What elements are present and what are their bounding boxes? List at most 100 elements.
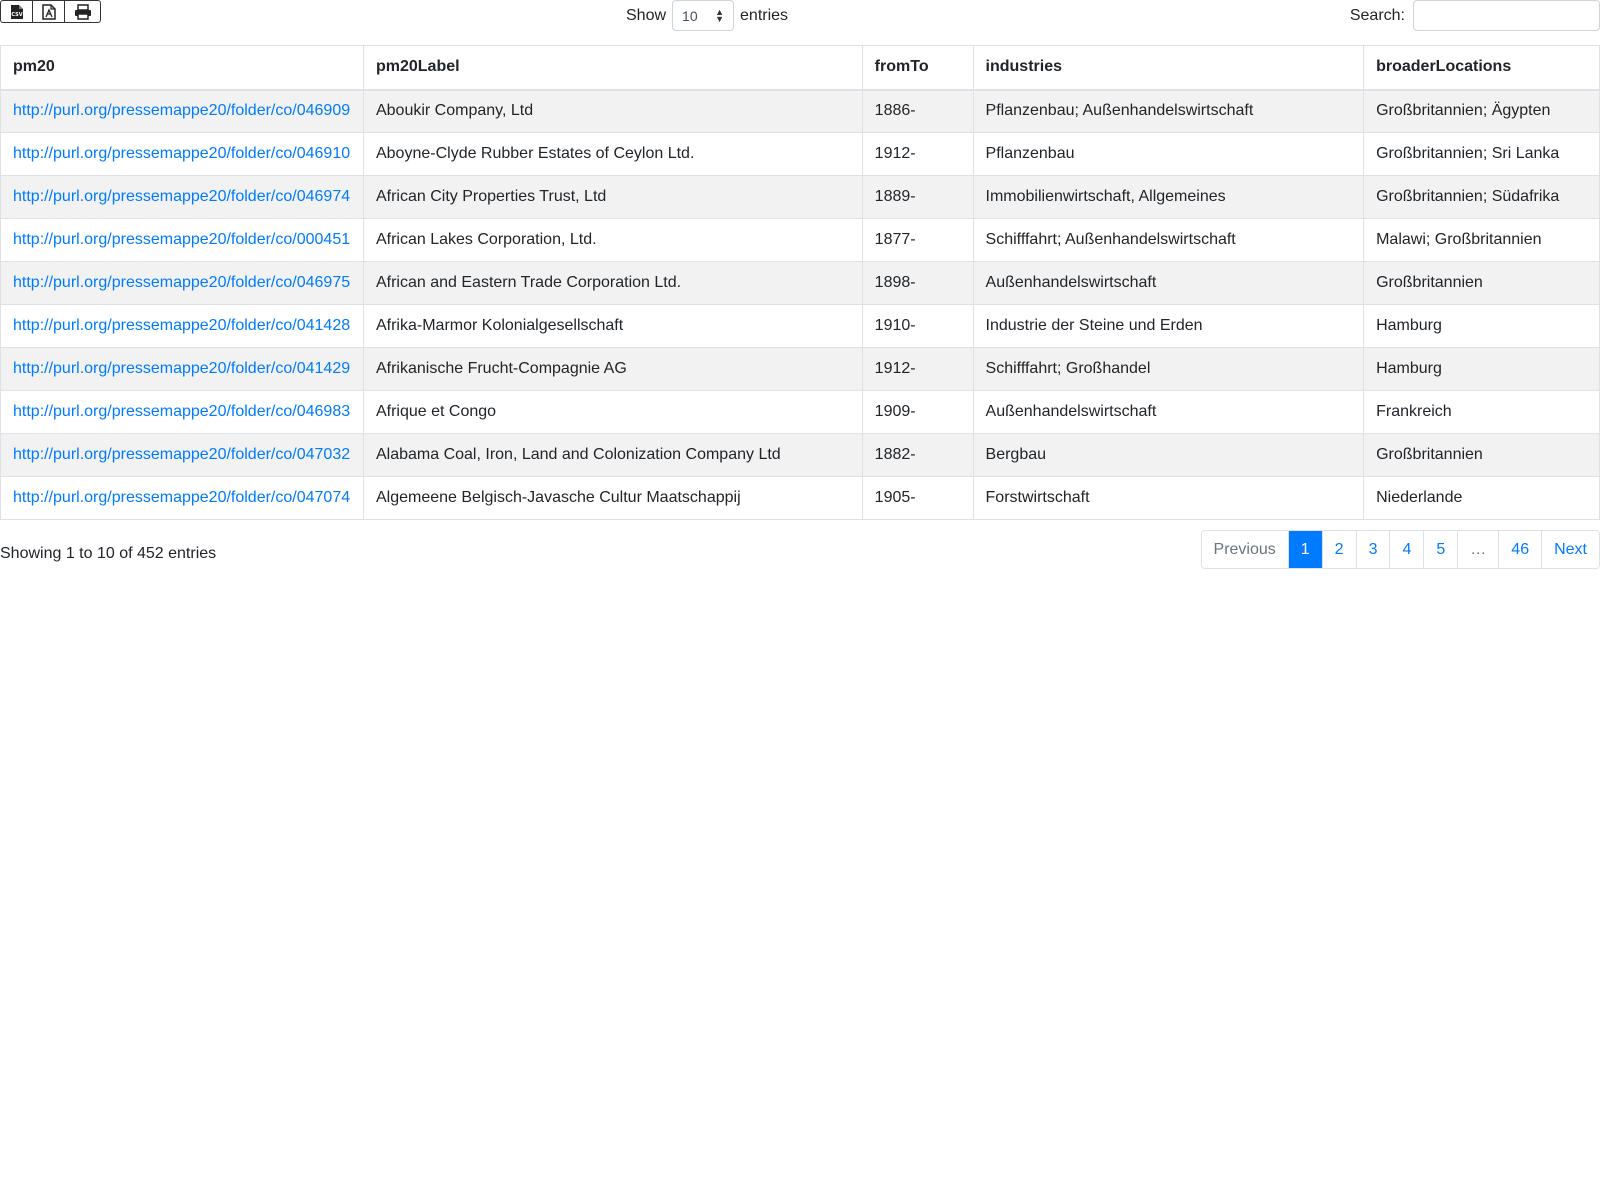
column-header-fromto[interactable]: fromTo [861, 45, 974, 91]
csv-export-button[interactable]: CSV [1, 1, 33, 22]
pagination-next-button[interactable]: Next [1542, 531, 1599, 568]
locations-cell: Großbritannien; Südafrika [1363, 175, 1600, 219]
pagination-ellipsis: … [1458, 531, 1500, 568]
table-row: http://purl.org/pressemappe20/folder/co/… [0, 476, 1600, 520]
fromto-cell: 1912- [861, 347, 974, 391]
table-row: http://purl.org/pressemappe20/folder/co/… [0, 347, 1600, 391]
label-cell: African and Eastern Trade Corporation Lt… [362, 261, 863, 305]
column-header-pm20[interactable]: pm20 [0, 45, 364, 91]
label-cell: Aboyne-Clyde Rubber Estates of Ceylon Lt… [362, 132, 863, 176]
locations-cell: Großbritannien; Sri Lanka [1363, 132, 1600, 176]
pm20-cell: http://purl.org/pressemappe20/folder/co/… [0, 433, 364, 477]
locations-cell: Niederlande [1363, 476, 1600, 520]
table-row: http://purl.org/pressemappe20/folder/co/… [0, 218, 1600, 262]
locations-cell: Großbritannien; Ägypten [1363, 89, 1600, 133]
svg-text:CSV: CSV [11, 12, 22, 18]
table-row: http://purl.org/pressemappe20/folder/co/… [0, 132, 1600, 176]
print-icon [74, 3, 91, 20]
pm20-cell: http://purl.org/pressemappe20/folder/co/… [0, 390, 364, 434]
select-arrows-icon: ▲ ▼ [715, 6, 725, 24]
fromto-cell: 1912- [861, 132, 974, 176]
label-cell: Algemeene Belgisch-Javasche Cultur Maats… [362, 476, 863, 520]
table-row: http://purl.org/pressemappe20/folder/co/… [0, 261, 1600, 305]
search-label: Search: [1349, 6, 1405, 24]
table-info: Showing 1 to 10 of 452 entries [0, 545, 217, 562]
pm20-link[interactable]: http://purl.org/pressemappe20/folder/co/… [13, 102, 350, 119]
pm20-link[interactable]: http://purl.org/pressemappe20/folder/co/… [13, 231, 350, 248]
table-row: http://purl.org/pressemappe20/folder/co/… [0, 433, 1600, 477]
label-cell: Afrique et Congo [362, 390, 863, 434]
fromto-cell: 1886- [861, 89, 974, 133]
fromto-cell: 1882- [861, 433, 974, 477]
industries-cell: Pflanzenbau; Außenhandelswirtschaft [972, 89, 1365, 133]
fromto-cell: 1898- [861, 261, 974, 305]
pagination-page-1[interactable]: 1 [1288, 531, 1323, 568]
table-row: http://purl.org/pressemappe20/folder/co/… [0, 89, 1600, 133]
pagination-page-5[interactable]: 5 [1424, 531, 1459, 568]
industries-cell: Schifffahrt; Großhandel [972, 347, 1365, 391]
page-length-value: 10 [682, 7, 698, 24]
label-cell: African City Properties Trust, Ltd [362, 175, 863, 219]
pm20-link[interactable]: http://purl.org/pressemappe20/folder/co/… [13, 274, 350, 291]
pm20-cell: http://purl.org/pressemappe20/folder/co/… [0, 175, 364, 219]
search-input[interactable] [1413, 0, 1600, 31]
pagination: Previous 1 2 3 4 5 … 46 Next [1200, 530, 1600, 569]
industries-cell: Pflanzenbau [972, 132, 1365, 176]
page-length-select[interactable]: 10 ▲ ▼ [672, 0, 735, 31]
fromto-cell: 1909- [861, 390, 974, 434]
table-row: http://purl.org/pressemappe20/folder/co/… [0, 175, 1600, 219]
pagination-page-46[interactable]: 46 [1499, 531, 1543, 568]
print-button[interactable] [65, 1, 100, 22]
pagination-page-4[interactable]: 4 [1390, 531, 1425, 568]
industries-cell: Forstwirtschaft [972, 476, 1365, 520]
search-control: Search: [1350, 0, 1600, 31]
pm20-cell: http://purl.org/pressemappe20/folder/co/… [0, 304, 364, 348]
locations-cell: Großbritannien [1363, 433, 1600, 477]
label-cell: Aboukir Company, Ltd [362, 89, 863, 133]
pm20-link[interactable]: http://purl.org/pressemappe20/folder/co/… [13, 446, 350, 463]
industries-cell: Bergbau [972, 433, 1365, 477]
pagination-page-3[interactable]: 3 [1356, 531, 1391, 568]
pm20-cell: http://purl.org/pressemappe20/folder/co/… [0, 261, 364, 305]
data-table: pm20 pm20Label fromTo industries broader… [0, 45, 1600, 520]
show-label: Show [626, 6, 667, 24]
locations-cell: Hamburg [1363, 304, 1600, 348]
table-row: http://purl.org/pressemappe20/folder/co/… [0, 390, 1600, 434]
industries-cell: Schifffahrt; Außenhandelswirtschaft [972, 218, 1365, 262]
pm20-cell: http://purl.org/pressemappe20/folder/co/… [0, 347, 364, 391]
column-header-broaderlocations[interactable]: broaderLocations [1363, 45, 1600, 91]
fromto-cell: 1877- [861, 218, 974, 262]
export-button-group: CSV [0, 0, 101, 23]
pm20-link[interactable]: http://purl.org/pressemappe20/folder/co/… [13, 145, 350, 162]
pm20-link[interactable]: http://purl.org/pressemappe20/folder/co/… [13, 403, 350, 420]
label-cell: African Lakes Corporation, Ltd. [362, 218, 863, 262]
locations-cell: Malawi; Großbritannien [1363, 218, 1600, 262]
pm20-cell: http://purl.org/pressemappe20/folder/co/… [0, 476, 364, 520]
pagination-previous-button[interactable]: Previous [1201, 531, 1289, 568]
pm20-cell: http://purl.org/pressemappe20/folder/co/… [0, 132, 364, 176]
table-row: http://purl.org/pressemappe20/folder/co/… [0, 304, 1600, 348]
pdf-file-icon [41, 3, 56, 20]
column-header-pm20label[interactable]: pm20Label [362, 45, 863, 91]
industries-cell: Industrie der Steine und Erden [972, 304, 1365, 348]
table-header-row: pm20 pm20Label fromTo industries broader… [0, 45, 1600, 91]
pm20-cell: http://purl.org/pressemappe20/folder/co/… [0, 218, 364, 262]
locations-cell: Hamburg [1363, 347, 1600, 391]
pm20-cell: http://purl.org/pressemappe20/folder/co/… [0, 89, 364, 133]
pdf-export-button[interactable] [33, 1, 65, 22]
fromto-cell: 1905- [861, 476, 974, 520]
pm20-link[interactable]: http://purl.org/pressemappe20/folder/co/… [13, 360, 350, 377]
fromto-cell: 1910- [861, 304, 974, 348]
label-cell: Afrika-Marmor Kolonialgesellschaft [362, 304, 863, 348]
column-header-industries[interactable]: industries [972, 45, 1365, 91]
locations-cell: Großbritannien [1363, 261, 1600, 305]
pagination-page-2[interactable]: 2 [1322, 531, 1357, 568]
fromto-cell: 1889- [861, 175, 974, 219]
pm20-link[interactable]: http://purl.org/pressemappe20/folder/co/… [13, 489, 350, 506]
label-cell: Alabama Coal, Iron, Land and Colonizatio… [362, 433, 863, 477]
industries-cell: Immobilienwirtschaft, Allgemeines [972, 175, 1365, 219]
pm20-link[interactable]: http://purl.org/pressemappe20/folder/co/… [13, 317, 350, 334]
page-length-control: Show 10 ▲ ▼ entries [626, 0, 788, 31]
label-cell: Afrikanische Frucht-Compagnie AG [362, 347, 863, 391]
pm20-link[interactable]: http://purl.org/pressemappe20/folder/co/… [13, 188, 350, 205]
